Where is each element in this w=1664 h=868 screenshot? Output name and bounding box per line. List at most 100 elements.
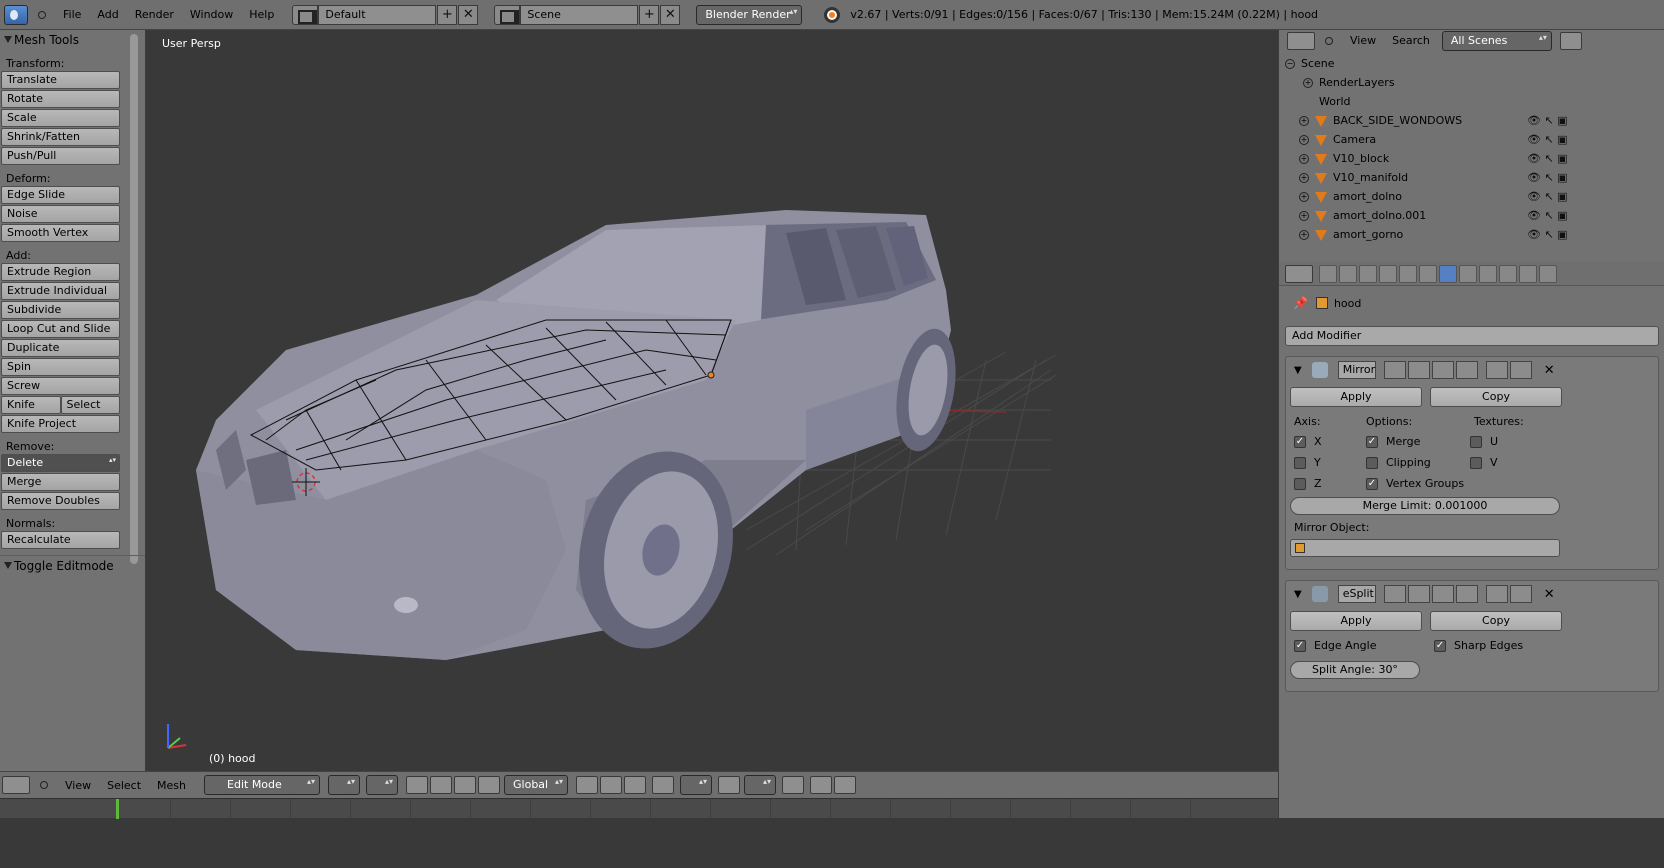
collapse-menu-icon[interactable]	[40, 781, 48, 789]
outliner-row-camera[interactable]: + Camera 👁 ↖ ▣	[1299, 130, 1659, 149]
remove-doubles-button[interactable]: Remove Doubles	[1, 492, 120, 510]
edge-slide-button[interactable]: Edge Slide	[1, 186, 120, 204]
viewport-toggle-icon[interactable]	[1407, 585, 1430, 603]
collapse-triangle-icon[interactable]: ▼	[1294, 589, 1302, 600]
face-select-icon[interactable]	[624, 776, 647, 794]
move-up-icon[interactable]	[1485, 585, 1508, 603]
add-modifier-dropdown[interactable]: Add Modifier	[1285, 326, 1659, 346]
smooth-vertex-button[interactable]: Smooth Vertex	[1, 224, 120, 242]
render-engine-dropdown[interactable]: Blender Render	[696, 4, 803, 25]
scale-manipulator-icon[interactable]	[478, 776, 501, 794]
translate-button[interactable]: Translate	[1, 71, 120, 89]
push-pull-button[interactable]: Push/Pull	[1, 147, 120, 165]
translate-manipulator-icon[interactable]	[430, 776, 453, 794]
outliner-row-back-side-windows[interactable]: + BACK_SIDE_WONDOWS 👁 ↖ ▣	[1299, 111, 1659, 130]
visibility-icons[interactable]: 👁 ↖ ▣	[1527, 149, 1568, 168]
editor-type-icon[interactable]	[2, 776, 30, 794]
cage-toggle-icon[interactable]	[1455, 361, 1478, 379]
extrude-region-button[interactable]: Extrude Region	[1, 263, 120, 281]
menu-render[interactable]: Render	[127, 0, 182, 30]
texture-u-checkbox[interactable]: U	[1470, 435, 1498, 448]
screen-layout-field[interactable]: Default	[318, 4, 437, 25]
properties-editor-icon[interactable]	[1285, 264, 1313, 283]
menu-add[interactable]: Add	[89, 0, 126, 30]
snap-element-dropdown[interactable]	[744, 775, 777, 795]
visibility-icons[interactable]: 👁 ↖ ▣	[1527, 130, 1568, 149]
duplicate-button[interactable]: Duplicate	[1, 339, 120, 357]
knife-project-button[interactable]: Knife Project	[1, 415, 120, 433]
mode-dropdown[interactable]: Edit Mode	[204, 775, 321, 795]
outliner-row-renderlayers[interactable]: + RenderLayers	[1303, 73, 1395, 92]
world-tab-icon[interactable]	[1379, 264, 1397, 283]
clipping-checkbox[interactable]: Clipping	[1366, 456, 1431, 469]
remove-scene-button[interactable]: ✕	[660, 4, 681, 25]
display-mode-dropdown[interactable]: All Scenes	[1441, 31, 1552, 51]
material-tab-icon[interactable]	[1479, 264, 1497, 283]
editmode-toggle-icon[interactable]	[1431, 361, 1454, 379]
delete-dropdown[interactable]: Delete	[1, 454, 120, 472]
viewport-toggle-icon[interactable]	[1407, 361, 1430, 379]
esplit-name-field[interactable]: eSplit	[1337, 585, 1376, 603]
screen-layout-icon[interactable]	[292, 4, 319, 25]
outliner-row-amort-dolno[interactable]: + amort_dolno 👁 ↖ ▣	[1299, 187, 1659, 206]
menu-file[interactable]: File	[55, 0, 89, 30]
physics-tab-icon[interactable]	[1539, 264, 1557, 283]
pivot-dropdown[interactable]	[366, 775, 399, 795]
object-tab-icon[interactable]	[1399, 264, 1417, 283]
current-frame-marker[interactable]	[116, 799, 119, 819]
noise-button[interactable]: Noise	[1, 205, 120, 223]
render-icon[interactable]	[810, 776, 833, 794]
scene-field[interactable]: Scene	[520, 4, 639, 25]
remove-modifier-icon[interactable]: ✕	[1544, 363, 1555, 378]
vertex-groups-checkbox[interactable]: ✓ Vertex Groups	[1366, 477, 1464, 490]
axis-x-checkbox[interactable]: ✓ X	[1294, 435, 1322, 448]
remove-layout-button[interactable]: ✕	[458, 4, 479, 25]
scene-tab-icon[interactable]	[1359, 264, 1377, 283]
snap-icon[interactable]	[718, 776, 741, 794]
extrude-individual-button[interactable]: Extrude Individual	[1, 282, 120, 300]
knife-button[interactable]: Knife	[1, 396, 61, 414]
spin-button[interactable]: Spin	[1, 358, 120, 376]
sharp-edges-checkbox[interactable]: ✓ Sharp Edges	[1434, 639, 1523, 652]
edge-angle-checkbox[interactable]: ✓ Edge Angle	[1294, 639, 1376, 652]
knife-select-button[interactable]: Select	[60, 396, 120, 414]
toggle-editmode-header[interactable]: Toggle Editmode	[0, 555, 145, 575]
loop-cut-slide-button[interactable]: Loop Cut and Slide	[1, 320, 120, 338]
render-toggle-icon[interactable]	[1383, 585, 1406, 603]
outliner-row-scene[interactable]: − Scene	[1285, 54, 1335, 73]
outliner-editor-icon[interactable]	[1287, 32, 1315, 50]
outliner-row-world[interactable]: World	[1319, 92, 1351, 111]
move-up-icon[interactable]	[1485, 361, 1508, 379]
visibility-icons[interactable]: 👁 ↖ ▣	[1527, 168, 1568, 187]
3d-viewport[interactable]: User Persp (0) hood	[146, 30, 1278, 771]
add-layout-button[interactable]: +	[437, 4, 458, 25]
render-toggle-icon[interactable]	[1383, 361, 1406, 379]
menu-window[interactable]: Window	[182, 0, 241, 30]
manipulator-icon[interactable]	[406, 776, 429, 794]
proportional-edit-dropdown[interactable]	[680, 775, 713, 795]
collapse-menu-icon[interactable]	[38, 10, 46, 19]
outliner-row-v10-manifold[interactable]: + V10_manifold 👁 ↖ ▣	[1299, 168, 1659, 187]
search-icon[interactable]	[1559, 32, 1582, 50]
subdivide-button[interactable]: Subdivide	[1, 301, 120, 319]
info-editor-icon[interactable]	[4, 4, 28, 25]
modifiers-tab-icon[interactable]	[1439, 264, 1457, 283]
menu-select[interactable]: Select	[99, 772, 149, 799]
merge-button[interactable]: Merge	[1, 473, 120, 491]
move-down-icon[interactable]	[1509, 585, 1532, 603]
shrink-fatten-button[interactable]: Shrink/Fatten	[1, 128, 120, 146]
visibility-icons[interactable]: 👁 ↖ ▣	[1527, 187, 1568, 206]
visibility-icons[interactable]: 👁 ↖ ▣	[1527, 225, 1568, 244]
axis-z-checkbox[interactable]: Z	[1294, 477, 1322, 490]
snap-target-icon[interactable]	[782, 776, 805, 794]
scale-button[interactable]: Scale	[1, 109, 120, 127]
scene-icon[interactable]	[494, 4, 521, 25]
data-tab-icon[interactable]	[1459, 264, 1477, 283]
move-down-icon[interactable]	[1509, 361, 1532, 379]
esplit-apply-button[interactable]: Apply	[1290, 611, 1422, 631]
outliner-menu-view[interactable]: View	[1342, 30, 1384, 52]
mirror-object-field[interactable]	[1290, 539, 1560, 557]
outliner-row-amort-dolno-001[interactable]: + amort_dolno.001 👁 ↖ ▣	[1299, 206, 1659, 225]
editmode-toggle-icon[interactable]	[1431, 585, 1454, 603]
viewport-scene[interactable]	[146, 30, 1278, 771]
